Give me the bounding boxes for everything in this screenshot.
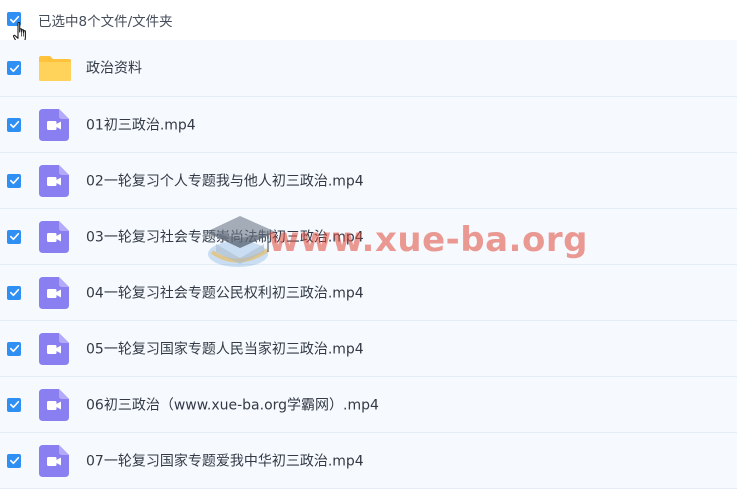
- video-file-icon: [39, 276, 69, 309]
- list-item-file[interactable]: 06初三政治（www.xue-ba.org学霸网）.mp4: [0, 377, 737, 433]
- list-item-file[interactable]: 05一轮复习国家专题人民当家初三政治.mp4: [0, 321, 737, 377]
- list-item-file[interactable]: 01初三政治.mp4: [0, 97, 737, 153]
- checkmark-icon: [9, 176, 19, 185]
- file-name[interactable]: 07一轮复习国家专题爱我中华初三政治.mp4: [86, 450, 364, 470]
- list-item-file[interactable]: 04一轮复习社会专题公民权利初三政治.mp4: [0, 265, 737, 321]
- checkmark-icon: [9, 344, 19, 353]
- checkmark-icon: [9, 232, 19, 241]
- selection-header: 已选中8个文件/文件夹: [0, 0, 737, 44]
- file-name[interactable]: 01初三政治.mp4: [86, 114, 196, 134]
- checkmark-icon: [9, 120, 19, 129]
- file-name[interactable]: 06初三政治（www.xue-ba.org学霸网）.mp4: [86, 394, 379, 414]
- row-checkbox[interactable]: [7, 341, 21, 356]
- row-checkbox[interactable]: [7, 397, 21, 412]
- list-item-file[interactable]: 02一轮复习个人专题我与他人初三政治.mp4: [0, 153, 737, 209]
- selection-count-text: 已选中8个文件/文件夹: [38, 14, 173, 30]
- file-name[interactable]: 02一轮复习个人专题我与他人初三政治.mp4: [86, 170, 364, 190]
- row-checkbox[interactable]: [7, 61, 21, 75]
- list-item-folder[interactable]: 政治资料: [0, 40, 737, 97]
- list-item-file[interactable]: 07一轮复习国家专题爱我中华初三政治.mp4: [0, 433, 737, 489]
- checkmark-icon: [9, 456, 19, 465]
- row-checkbox[interactable]: [7, 173, 21, 188]
- file-name[interactable]: 03一轮复习社会专题崇尚法制初三政治.mp4: [86, 226, 364, 246]
- file-name[interactable]: 04一轮复习社会专题公民权利初三政治.mp4: [86, 282, 364, 302]
- file-name[interactable]: 政治资料: [86, 58, 142, 78]
- video-file-icon: [39, 164, 69, 197]
- video-file-icon: [39, 220, 69, 253]
- row-checkbox[interactable]: [7, 453, 21, 468]
- file-name[interactable]: 05一轮复习国家专题人民当家初三政治.mp4: [86, 338, 364, 358]
- checkmark-icon: [9, 400, 19, 409]
- row-checkbox[interactable]: [7, 117, 21, 132]
- video-file-icon: [39, 108, 69, 141]
- file-list: 政治资料 01初三政治.mp4 02一轮复习个人专题我与他人初三政治.mp4 0…: [0, 40, 737, 489]
- video-file-icon: [39, 332, 69, 365]
- row-checkbox[interactable]: [7, 285, 21, 300]
- checkmark-icon: [9, 288, 19, 297]
- row-checkbox[interactable]: [7, 229, 21, 244]
- list-item-file[interactable]: 03一轮复习社会专题崇尚法制初三政治.mp4: [0, 209, 737, 265]
- video-file-icon: [39, 444, 69, 477]
- checkmark-icon: [9, 64, 19, 72]
- folder-icon: [39, 56, 71, 81]
- video-file-icon: [39, 388, 69, 421]
